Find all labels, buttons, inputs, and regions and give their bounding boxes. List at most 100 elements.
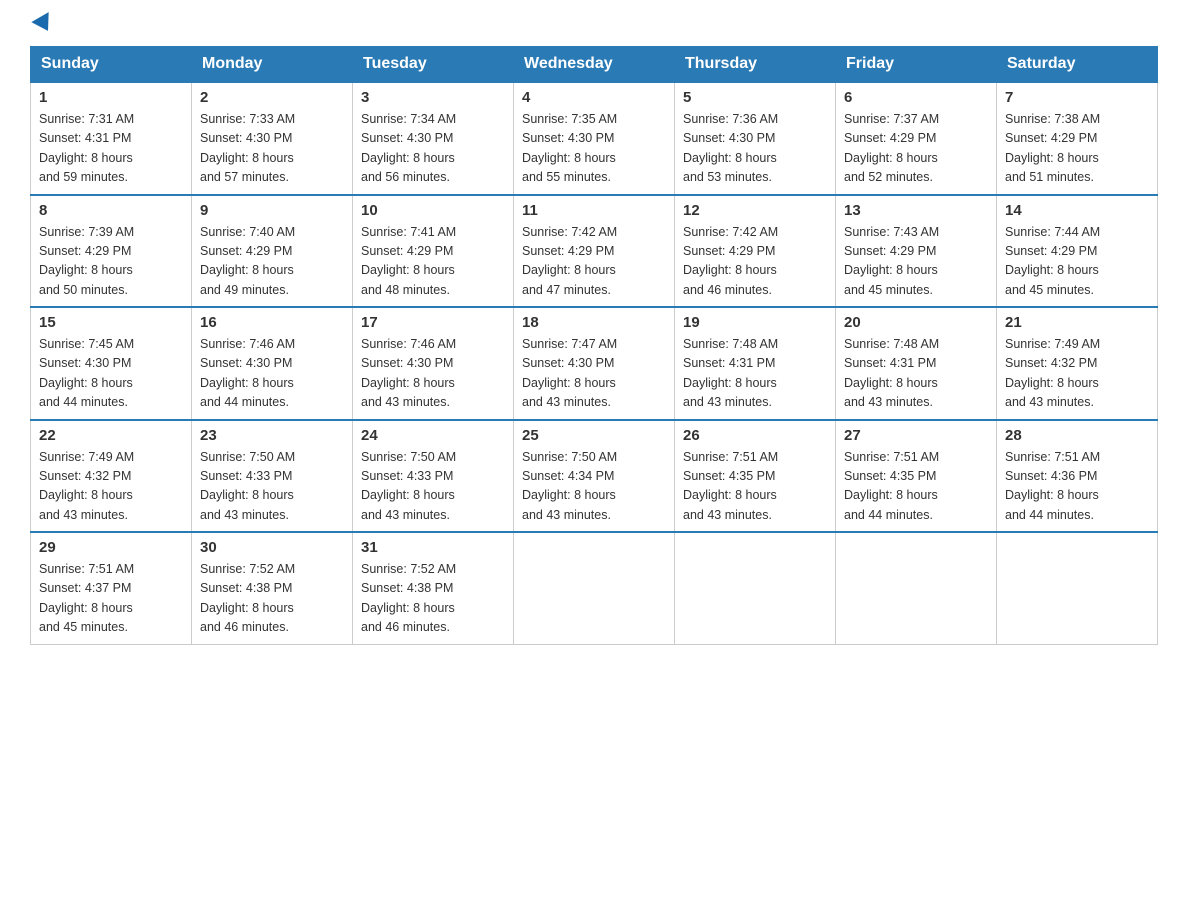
calendar-cell: 1 Sunrise: 7:31 AMSunset: 4:31 PMDayligh… (31, 82, 192, 195)
calendar-cell: 8 Sunrise: 7:39 AMSunset: 4:29 PMDayligh… (31, 195, 192, 308)
day-number: 15 (39, 314, 183, 331)
day-number: 13 (844, 202, 988, 219)
calendar-cell: 16 Sunrise: 7:46 AMSunset: 4:30 PMDaylig… (192, 307, 353, 420)
day-info: Sunrise: 7:50 AMSunset: 4:33 PMDaylight:… (200, 450, 295, 522)
day-number: 2 (200, 89, 344, 106)
day-number: 31 (361, 539, 505, 556)
day-info: Sunrise: 7:43 AMSunset: 4:29 PMDaylight:… (844, 225, 939, 297)
day-number: 29 (39, 539, 183, 556)
day-info: Sunrise: 7:52 AMSunset: 4:38 PMDaylight:… (200, 562, 295, 634)
calendar-cell: 20 Sunrise: 7:48 AMSunset: 4:31 PMDaylig… (836, 307, 997, 420)
calendar-cell: 24 Sunrise: 7:50 AMSunset: 4:33 PMDaylig… (353, 420, 514, 533)
day-info: Sunrise: 7:33 AMSunset: 4:30 PMDaylight:… (200, 112, 295, 184)
calendar-cell (514, 532, 675, 644)
day-number: 3 (361, 89, 505, 106)
col-header-wednesday: Wednesday (514, 47, 675, 83)
day-info: Sunrise: 7:49 AMSunset: 4:32 PMDaylight:… (39, 450, 134, 522)
day-number: 6 (844, 89, 988, 106)
day-number: 16 (200, 314, 344, 331)
day-info: Sunrise: 7:50 AMSunset: 4:34 PMDaylight:… (522, 450, 617, 522)
page-header (30, 20, 1158, 36)
calendar-week-row: 22 Sunrise: 7:49 AMSunset: 4:32 PMDaylig… (31, 420, 1158, 533)
col-header-friday: Friday (836, 47, 997, 83)
day-number: 18 (522, 314, 666, 331)
col-header-monday: Monday (192, 47, 353, 83)
day-info: Sunrise: 7:50 AMSunset: 4:33 PMDaylight:… (361, 450, 456, 522)
day-info: Sunrise: 7:41 AMSunset: 4:29 PMDaylight:… (361, 225, 456, 297)
day-number: 12 (683, 202, 827, 219)
calendar-table: SundayMondayTuesdayWednesdayThursdayFrid… (30, 46, 1158, 645)
day-number: 19 (683, 314, 827, 331)
col-header-saturday: Saturday (997, 47, 1158, 83)
calendar-cell: 6 Sunrise: 7:37 AMSunset: 4:29 PMDayligh… (836, 82, 997, 195)
day-number: 20 (844, 314, 988, 331)
calendar-cell: 9 Sunrise: 7:40 AMSunset: 4:29 PMDayligh… (192, 195, 353, 308)
calendar-cell: 4 Sunrise: 7:35 AMSunset: 4:30 PMDayligh… (514, 82, 675, 195)
calendar-cell: 19 Sunrise: 7:48 AMSunset: 4:31 PMDaylig… (675, 307, 836, 420)
day-info: Sunrise: 7:49 AMSunset: 4:32 PMDaylight:… (1005, 337, 1100, 409)
day-number: 8 (39, 202, 183, 219)
day-info: Sunrise: 7:48 AMSunset: 4:31 PMDaylight:… (844, 337, 939, 409)
calendar-cell: 10 Sunrise: 7:41 AMSunset: 4:29 PMDaylig… (353, 195, 514, 308)
day-number: 10 (361, 202, 505, 219)
day-info: Sunrise: 7:36 AMSunset: 4:30 PMDaylight:… (683, 112, 778, 184)
day-number: 11 (522, 202, 666, 219)
day-number: 22 (39, 427, 183, 444)
day-info: Sunrise: 7:46 AMSunset: 4:30 PMDaylight:… (200, 337, 295, 409)
day-number: 26 (683, 427, 827, 444)
day-info: Sunrise: 7:46 AMSunset: 4:30 PMDaylight:… (361, 337, 456, 409)
day-number: 17 (361, 314, 505, 331)
calendar-cell: 29 Sunrise: 7:51 AMSunset: 4:37 PMDaylig… (31, 532, 192, 644)
calendar-cell (675, 532, 836, 644)
calendar-cell: 3 Sunrise: 7:34 AMSunset: 4:30 PMDayligh… (353, 82, 514, 195)
col-header-thursday: Thursday (675, 47, 836, 83)
day-number: 14 (1005, 202, 1149, 219)
day-number: 25 (522, 427, 666, 444)
day-info: Sunrise: 7:40 AMSunset: 4:29 PMDaylight:… (200, 225, 295, 297)
day-info: Sunrise: 7:42 AMSunset: 4:29 PMDaylight:… (522, 225, 617, 297)
day-info: Sunrise: 7:35 AMSunset: 4:30 PMDaylight:… (522, 112, 617, 184)
day-info: Sunrise: 7:37 AMSunset: 4:29 PMDaylight:… (844, 112, 939, 184)
day-number: 7 (1005, 89, 1149, 106)
col-header-tuesday: Tuesday (353, 47, 514, 83)
calendar-cell: 13 Sunrise: 7:43 AMSunset: 4:29 PMDaylig… (836, 195, 997, 308)
calendar-cell: 14 Sunrise: 7:44 AMSunset: 4:29 PMDaylig… (997, 195, 1158, 308)
day-info: Sunrise: 7:51 AMSunset: 4:35 PMDaylight:… (844, 450, 939, 522)
calendar-cell: 12 Sunrise: 7:42 AMSunset: 4:29 PMDaylig… (675, 195, 836, 308)
day-info: Sunrise: 7:38 AMSunset: 4:29 PMDaylight:… (1005, 112, 1100, 184)
col-header-sunday: Sunday (31, 47, 192, 83)
calendar-cell: 18 Sunrise: 7:47 AMSunset: 4:30 PMDaylig… (514, 307, 675, 420)
calendar-cell: 28 Sunrise: 7:51 AMSunset: 4:36 PMDaylig… (997, 420, 1158, 533)
calendar-cell: 2 Sunrise: 7:33 AMSunset: 4:30 PMDayligh… (192, 82, 353, 195)
calendar-week-row: 1 Sunrise: 7:31 AMSunset: 4:31 PMDayligh… (31, 82, 1158, 195)
day-info: Sunrise: 7:51 AMSunset: 4:35 PMDaylight:… (683, 450, 778, 522)
calendar-cell: 15 Sunrise: 7:45 AMSunset: 4:30 PMDaylig… (31, 307, 192, 420)
calendar-cell: 7 Sunrise: 7:38 AMSunset: 4:29 PMDayligh… (997, 82, 1158, 195)
day-number: 28 (1005, 427, 1149, 444)
calendar-cell: 25 Sunrise: 7:50 AMSunset: 4:34 PMDaylig… (514, 420, 675, 533)
day-info: Sunrise: 7:44 AMSunset: 4:29 PMDaylight:… (1005, 225, 1100, 297)
day-number: 27 (844, 427, 988, 444)
calendar-cell (997, 532, 1158, 644)
day-number: 30 (200, 539, 344, 556)
calendar-cell (836, 532, 997, 644)
day-info: Sunrise: 7:31 AMSunset: 4:31 PMDaylight:… (39, 112, 134, 184)
logo-triangle-icon (31, 12, 56, 36)
day-info: Sunrise: 7:51 AMSunset: 4:36 PMDaylight:… (1005, 450, 1100, 522)
day-number: 21 (1005, 314, 1149, 331)
calendar-cell: 23 Sunrise: 7:50 AMSunset: 4:33 PMDaylig… (192, 420, 353, 533)
calendar-week-row: 8 Sunrise: 7:39 AMSunset: 4:29 PMDayligh… (31, 195, 1158, 308)
day-info: Sunrise: 7:39 AMSunset: 4:29 PMDaylight:… (39, 225, 134, 297)
logo (30, 20, 54, 36)
day-info: Sunrise: 7:47 AMSunset: 4:30 PMDaylight:… (522, 337, 617, 409)
day-number: 23 (200, 427, 344, 444)
day-number: 4 (522, 89, 666, 106)
calendar-cell: 17 Sunrise: 7:46 AMSunset: 4:30 PMDaylig… (353, 307, 514, 420)
calendar-cell: 26 Sunrise: 7:51 AMSunset: 4:35 PMDaylig… (675, 420, 836, 533)
day-info: Sunrise: 7:34 AMSunset: 4:30 PMDaylight:… (361, 112, 456, 184)
calendar-cell: 27 Sunrise: 7:51 AMSunset: 4:35 PMDaylig… (836, 420, 997, 533)
day-info: Sunrise: 7:45 AMSunset: 4:30 PMDaylight:… (39, 337, 134, 409)
day-number: 5 (683, 89, 827, 106)
day-info: Sunrise: 7:42 AMSunset: 4:29 PMDaylight:… (683, 225, 778, 297)
day-number: 9 (200, 202, 344, 219)
